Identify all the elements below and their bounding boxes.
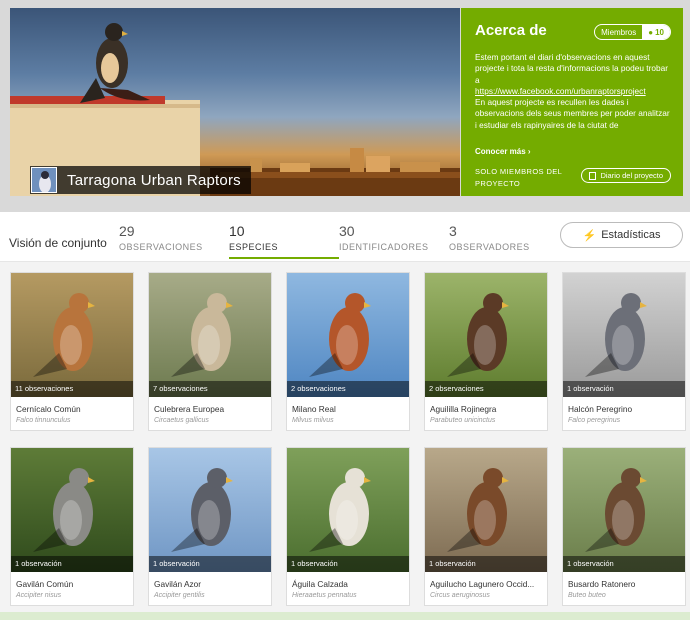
observation-count: 1 observación [563, 556, 685, 572]
species-common-name[interactable]: Gavilán Común [16, 579, 73, 589]
species-photo[interactable]: 1 observación [149, 448, 271, 572]
stat-observations-count: 29 [119, 223, 135, 239]
stat-observers[interactable]: 3 OBSERVADORES [449, 223, 530, 252]
stat-species[interactable]: 10 ESPECIES [229, 223, 278, 252]
stat-observers-label: OBSERVADORES [449, 242, 530, 252]
person-icon: ● [648, 27, 654, 37]
cover-photo: Tarragona Urban Raptors [10, 8, 460, 196]
about-text: Estem portant el diari d'observacions en… [475, 52, 668, 85]
species-common-name[interactable]: Aguililla Rojinegra [430, 404, 496, 414]
stat-observers-count: 3 [449, 223, 457, 239]
species-photo[interactable]: 1 observación [425, 448, 547, 572]
species-card[interactable]: 1 observación Gavilán Común Accipiter nisu… [10, 447, 134, 606]
species-common-name[interactable]: Cernícalo Común [16, 404, 81, 414]
stat-species-count: 10 [229, 223, 245, 239]
observation-count: 1 observación [287, 556, 409, 572]
members-label: Miembros [601, 27, 637, 37]
statistics-button[interactable]: ⚡ Estadísticas [560, 222, 683, 248]
footer-strip [0, 612, 690, 620]
species-scientific-name: Accipiter gentilis [154, 592, 205, 599]
species-scientific-name: Buteo buteo [568, 592, 606, 599]
statistics-button-label: Estadísticas [601, 229, 661, 241]
species-photo[interactable]: 2 observaciones [287, 273, 409, 397]
species-scientific-name: Parabuteo unicinctus [430, 417, 496, 424]
species-photo[interactable]: 1 observación [287, 448, 409, 572]
species-scientific-name: Milvus milvus [292, 417, 334, 424]
observation-count: 1 observación [563, 381, 685, 397]
project-banner: Tarragona Urban Raptors Acerca de Miembr… [0, 0, 690, 212]
observation-count: 2 observaciones [425, 381, 547, 397]
species-photo[interactable]: 1 observación [11, 448, 133, 572]
species-card[interactable]: 1 observación Águila Calzada Hieraaetus pe… [286, 447, 410, 606]
project-title-badge[interactable]: Tarragona Urban Raptors [30, 166, 251, 194]
species-photo[interactable]: 2 observaciones [425, 273, 547, 397]
members-only-label: SOLO MIEMBROS DEL PROYECTO [475, 167, 562, 188]
stat-species-label: ESPECIES [229, 242, 279, 252]
species-photo[interactable]: 1 observación [563, 448, 685, 572]
stat-observations-label: OBSERVACIONES [119, 242, 203, 252]
observation-count: 11 observaciones [11, 381, 133, 397]
active-tab-indicator [229, 257, 339, 259]
species-card[interactable]: 11 observaciones Cernícalo Común Falco tin… [10, 272, 134, 431]
read-more-link[interactable]: Conocer más › [475, 147, 531, 156]
stats-bar: Visión de conjunto 29 OBSERVACIONES 10 E… [0, 212, 690, 262]
species-common-name[interactable]: Busardo Ratonero [568, 579, 635, 589]
species-scientific-name: Falco tinnunculus [16, 417, 71, 424]
project-title[interactable]: Tarragona Urban Raptors [67, 172, 241, 189]
species-common-name[interactable]: Culebrera Europea [154, 404, 224, 414]
observation-count: 7 observaciones [149, 381, 271, 397]
about-panel: Acerca de Miembros ● 10 Estem portant el… [461, 8, 683, 196]
lightning-icon: ⚡ [582, 229, 597, 242]
observation-count: 2 observaciones [287, 381, 409, 397]
members-button[interactable]: Miembros ● 10 [594, 24, 671, 40]
species-card[interactable]: 7 observaciones Culebrera Europea Circaetu… [148, 272, 272, 431]
facebook-link[interactable]: https://www.facebook.com/urbanraptorspro… [475, 86, 646, 96]
species-common-name[interactable]: Gavilán Azor [154, 579, 201, 589]
members-count-value: 10 [655, 27, 664, 37]
species-scientific-name: Circaetus gallicus [154, 417, 209, 424]
species-scientific-name: Circus aeruginosus [430, 592, 490, 599]
species-scientific-name: Falco peregrinus [568, 417, 621, 424]
species-scientific-name: Hieraaetus pennatus [292, 592, 357, 599]
species-photo[interactable]: 7 observaciones [149, 273, 271, 397]
species-card[interactable]: 2 observaciones Milano Real Milvus milvus [286, 272, 410, 431]
about-description: Estem portant el diari d'observacions en… [475, 52, 671, 140]
journal-icon [589, 171, 597, 180]
species-photo[interactable]: 11 observaciones [11, 273, 133, 397]
stat-identifiers-label: IDENTIFICADORES [339, 242, 429, 252]
observation-count: 1 observación [425, 556, 547, 572]
diary-button-label: Diario del proyecto [600, 171, 663, 180]
project-diary-button[interactable]: Diario del proyecto [581, 168, 671, 183]
members-count: ● 10 [642, 25, 670, 39]
species-common-name[interactable]: Águila Calzada [292, 579, 348, 589]
observation-count: 1 observación [11, 556, 133, 572]
species-card[interactable]: 1 observación Halcón Peregrino Falco pereg… [562, 272, 686, 431]
species-card[interactable]: 1 observación Aguilucho Lagunero Occid...… [424, 447, 548, 606]
about-heading: Acerca de [475, 22, 547, 39]
project-avatar [31, 167, 57, 193]
species-common-name[interactable]: Milano Real [292, 404, 336, 414]
species-card[interactable]: 1 observación Busardo Ratonero Buteo buteo [562, 447, 686, 606]
species-scientific-name: Accipiter nisus [16, 592, 62, 599]
species-photo[interactable]: 1 observación [563, 273, 685, 397]
stat-identifiers-count: 30 [339, 223, 355, 239]
overview-tab[interactable]: Visión de conjunto [9, 236, 107, 250]
species-common-name[interactable]: Aguilucho Lagunero Occid... [430, 579, 534, 589]
species-common-name[interactable]: Halcón Peregrino [568, 404, 632, 414]
observation-count: 1 observación [149, 556, 271, 572]
stat-observations[interactable]: 29 OBSERVACIONES [119, 223, 203, 252]
about-text-cont: En aquest projecte es recullen les dades… [475, 97, 670, 130]
species-card[interactable]: 2 observaciones Aguililla Rojinegra Parabu… [424, 272, 548, 431]
project-page: Tarragona Urban Raptors Acerca de Miembr… [0, 0, 690, 620]
species-card[interactable]: 1 observación Gavilán Azor Accipiter genti… [148, 447, 272, 606]
stat-identifiers[interactable]: 30 IDENTIFICADORES [339, 223, 429, 252]
